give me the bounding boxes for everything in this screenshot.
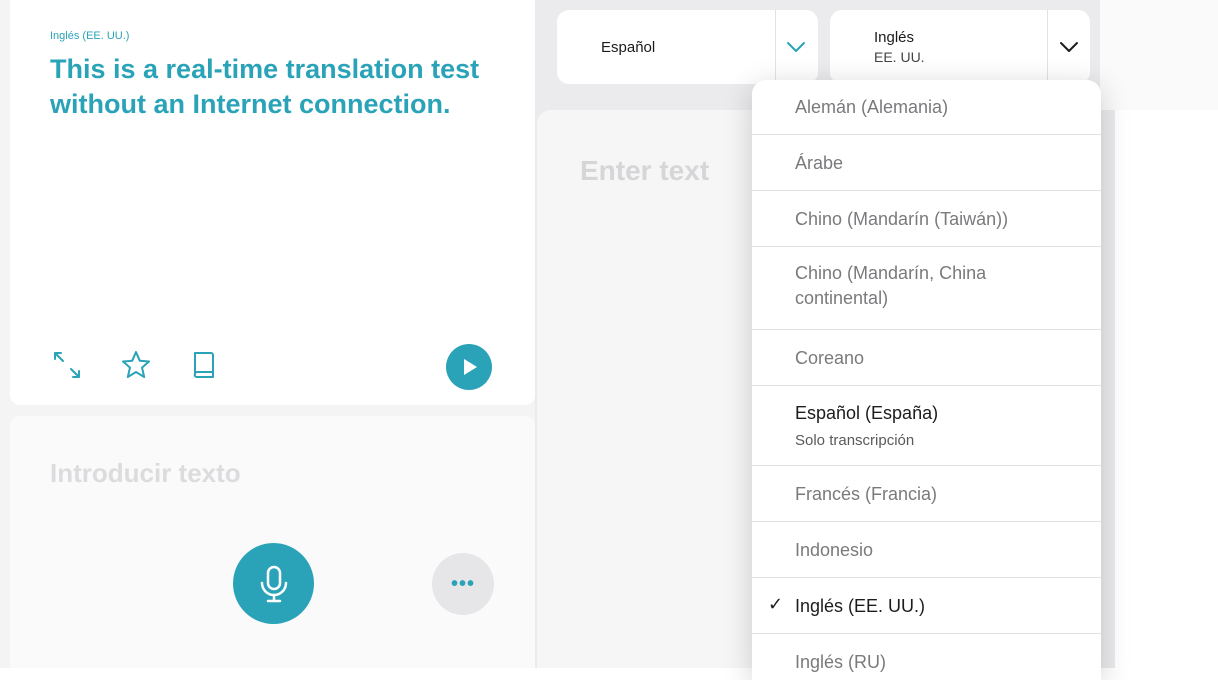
- star-icon[interactable]: [121, 350, 151, 380]
- language-option[interactable]: Español (España) Solo transcripción: [752, 386, 1101, 466]
- language-option-label: Español (España): [795, 403, 939, 423]
- chevron-down-icon: [787, 42, 805, 52]
- source-language-name: Español: [601, 39, 656, 56]
- right-edge: [1100, 0, 1218, 110]
- target-language-region: EE. UU.: [874, 49, 925, 65]
- language-option-label: Árabe: [795, 153, 844, 173]
- language-option-label: Indonesio: [795, 540, 874, 560]
- selector-divider: [1047, 10, 1048, 84]
- input-card: [10, 416, 535, 668]
- book-icon[interactable]: [189, 350, 219, 380]
- language-dropdown: Alemán (Alemania) Árabe Chino (Mandarín …: [752, 80, 1101, 680]
- microphone-icon: [260, 565, 287, 602]
- language-option-label: Chino (Mandarín, China continental): [795, 263, 987, 308]
- enter-text-placeholder[interactable]: Enter text: [580, 155, 709, 187]
- language-option[interactable]: Chino (Mandarín (Taiwán)): [752, 191, 1101, 247]
- input-placeholder[interactable]: Introducir texto: [50, 458, 241, 489]
- result-language-label: Inglés (EE. UU.): [50, 30, 130, 42]
- play-button[interactable]: [446, 344, 492, 390]
- language-option-label: Chino (Mandarín (Taiwán)): [795, 209, 1009, 229]
- language-option-label: Coreano: [795, 348, 865, 368]
- translated-text[interactable]: This is a real-time translation test wit…: [50, 52, 480, 122]
- language-option[interactable]: Árabe: [752, 135, 1101, 191]
- language-option-label: Inglés (RU): [795, 652, 887, 672]
- language-option-label: Francés (Francia): [795, 484, 938, 504]
- selector-divider: [775, 10, 776, 84]
- language-option-label: Alemán (Alemania): [795, 97, 949, 117]
- chevron-down-icon: [1060, 42, 1078, 52]
- language-option[interactable]: Coreano: [752, 330, 1101, 386]
- more-options-button[interactable]: •••: [432, 553, 494, 615]
- source-language-selector[interactable]: Español: [557, 10, 818, 84]
- language-option-selected[interactable]: ✓ Inglés (EE. UU.): [752, 578, 1101, 634]
- expand-icon[interactable]: [52, 350, 82, 380]
- microphone-button[interactable]: [233, 543, 314, 624]
- language-option-label: Inglés (EE. UU.): [795, 596, 926, 616]
- checkmark-icon: ✓: [768, 594, 784, 614]
- language-option[interactable]: Indonesio: [752, 522, 1101, 578]
- play-icon: [464, 359, 477, 375]
- language-option-sublabel: Solo transcripción: [795, 432, 915, 449]
- target-language-name: Inglés: [874, 29, 915, 46]
- language-option[interactable]: Alemán (Alemania): [752, 80, 1101, 135]
- language-option[interactable]: Inglés (RU): [752, 634, 1101, 680]
- language-option[interactable]: Chino (Mandarín, China continental): [752, 247, 1101, 330]
- target-language-selector[interactable]: Inglés EE. UU.: [830, 10, 1090, 84]
- language-option[interactable]: Francés (Francia): [752, 466, 1101, 522]
